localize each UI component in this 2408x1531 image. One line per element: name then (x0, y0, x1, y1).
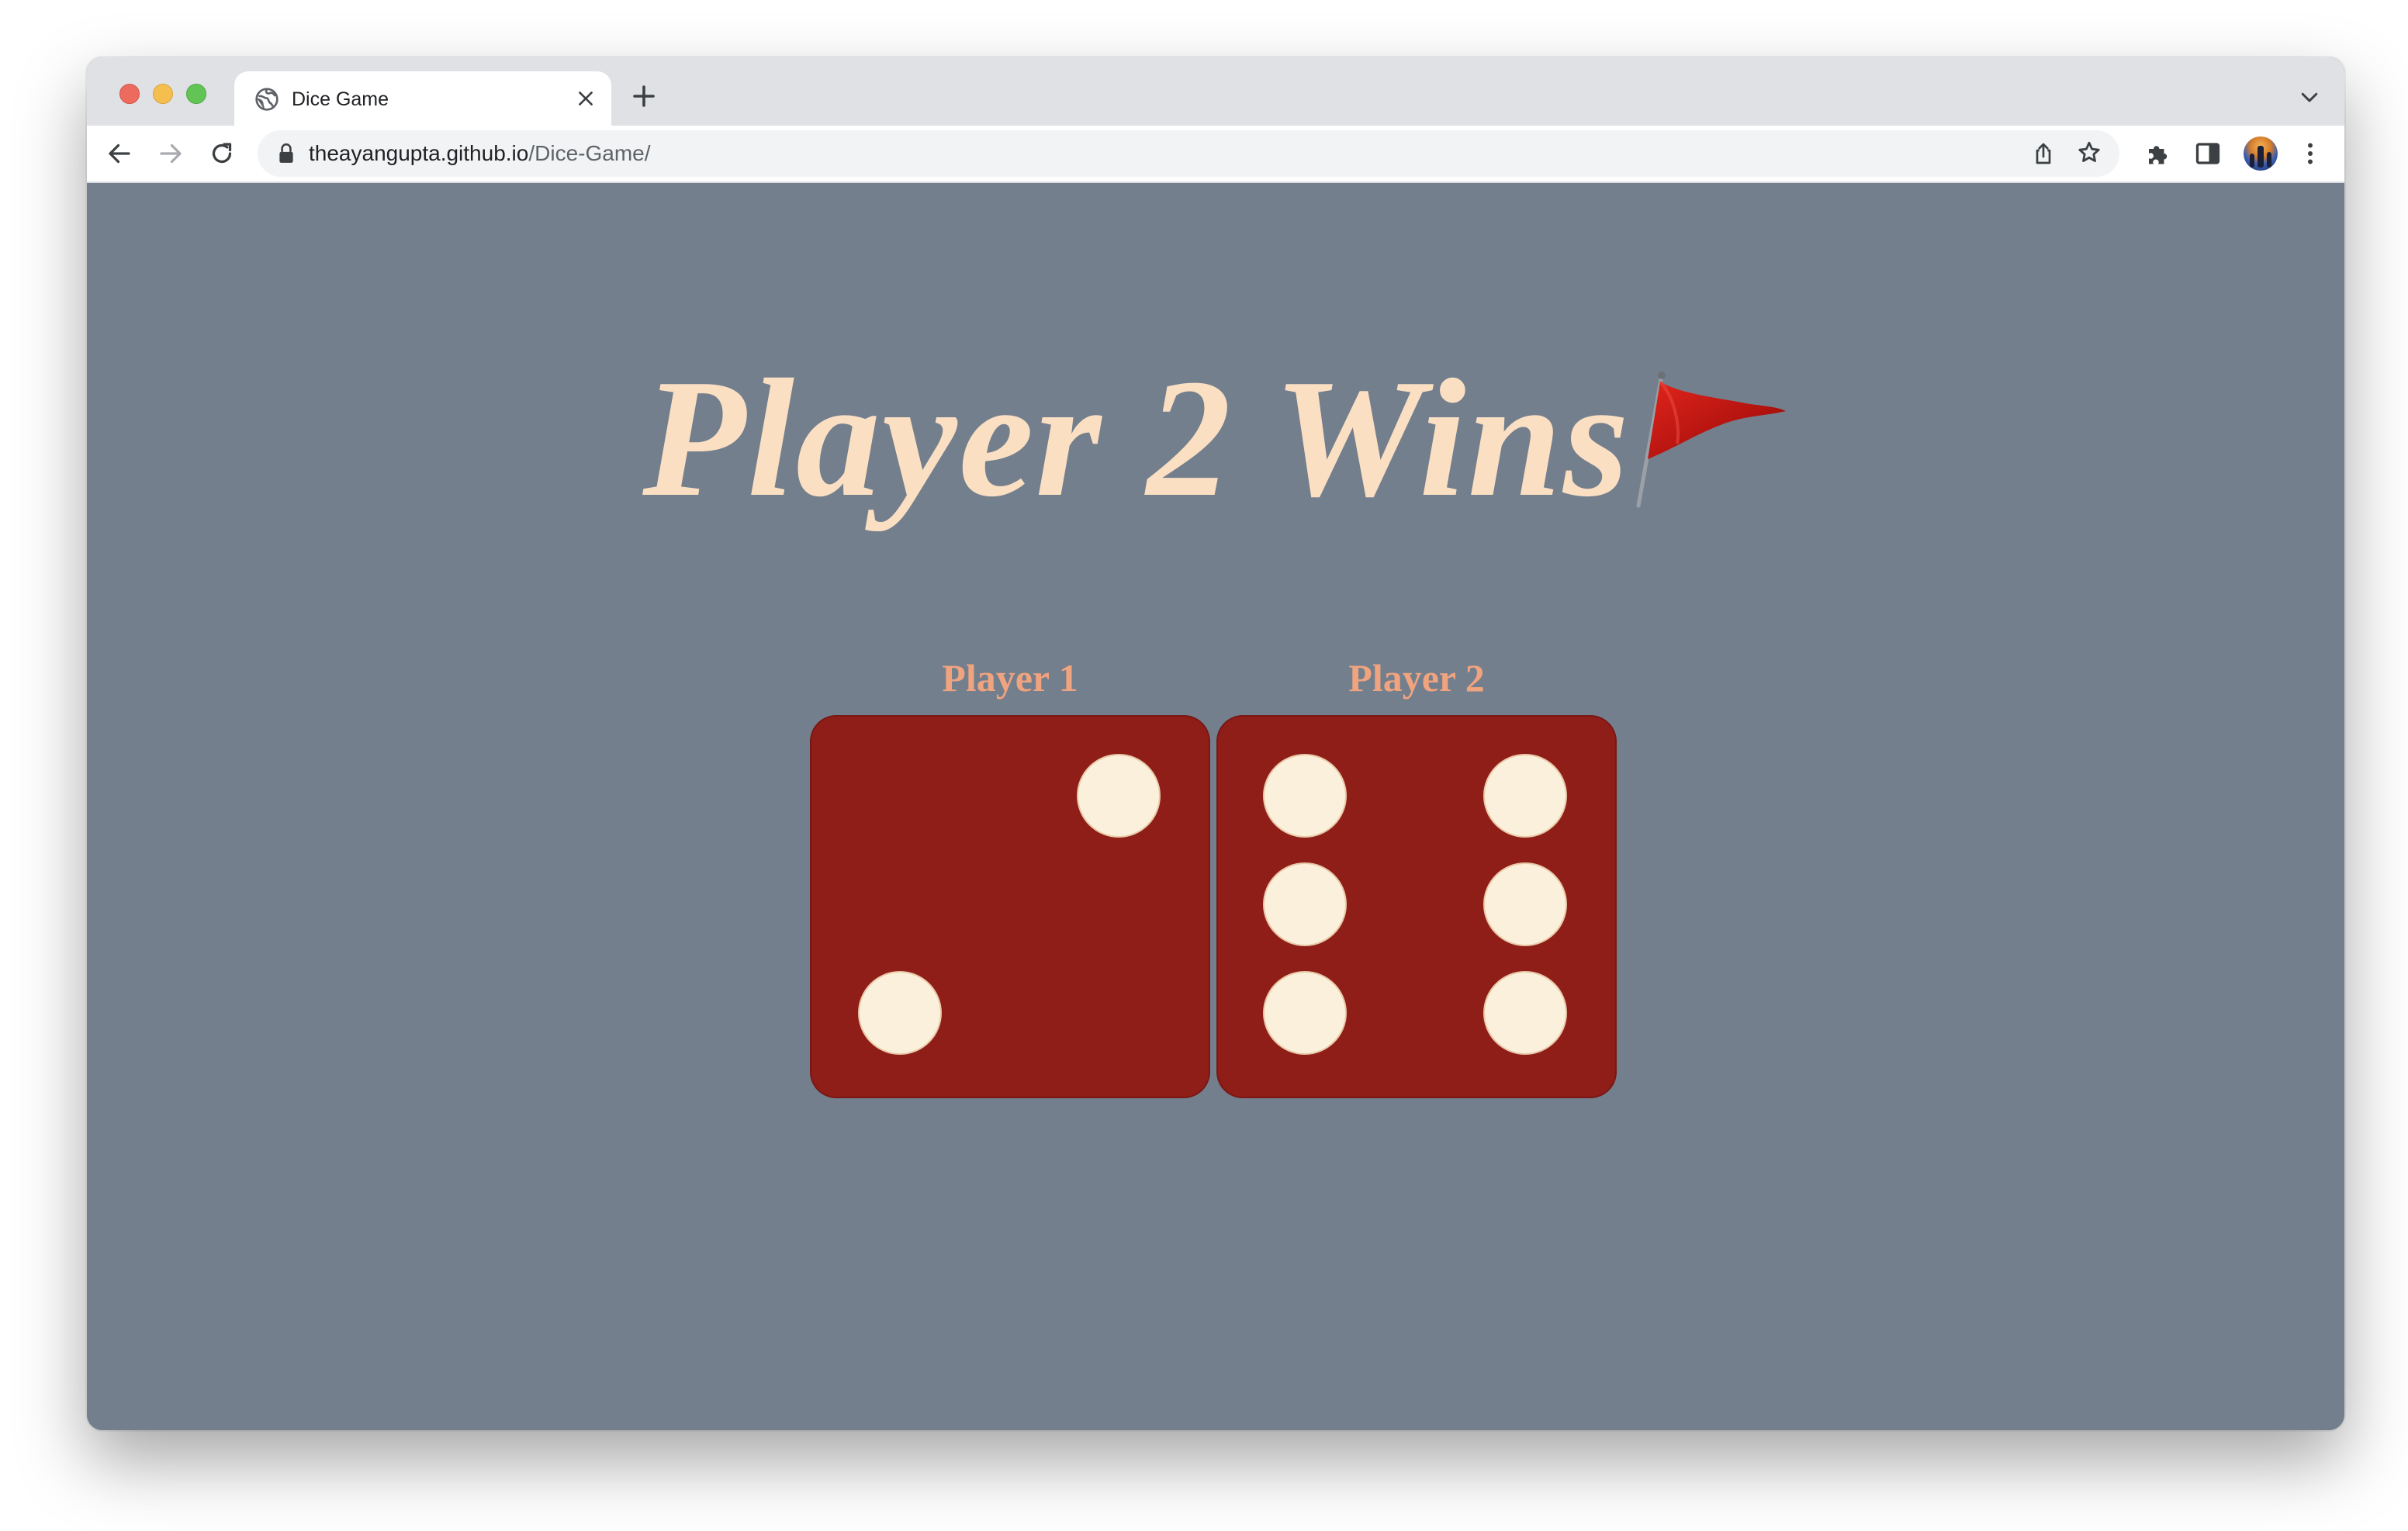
die-pip (1485, 755, 1566, 836)
window-controls (119, 84, 206, 104)
die-pip (1265, 864, 1345, 945)
tab-strip: Dice Game (87, 57, 2344, 126)
url-text[interactable]: theayangupta.github.io/Dice-Game/ (309, 140, 651, 168)
tab-search-chevron-icon[interactable] (2298, 85, 2321, 109)
close-window-button[interactable] (119, 84, 140, 104)
browser-window: Dice Game theayangupta.github.io/Dice-Ga… (87, 57, 2344, 1430)
globe-icon (255, 88, 279, 111)
result-heading: Player 2 Wins (87, 354, 2344, 524)
page-content: Player 2 Wins Player 1 Player 2 (87, 183, 2344, 1430)
die-pip (860, 973, 940, 1053)
player-2-panel: Player 2 (1216, 655, 1617, 1098)
tab-title: Dice Game (292, 88, 389, 110)
die-pip (1265, 755, 1345, 836)
back-arrow-icon[interactable] (106, 140, 133, 168)
bookmark-star-icon[interactable] (2076, 140, 2102, 166)
share-icon[interactable] (2031, 141, 2056, 166)
browser-toolbar: theayangupta.github.io/Dice-Game/ (87, 126, 2344, 183)
result-title: Player 2 Wins (642, 345, 1631, 532)
extensions-puzzle-icon[interactable] (2144, 140, 2172, 168)
player-2-die (1216, 715, 1617, 1098)
minimize-window-button[interactable] (153, 84, 173, 104)
player-1-label: Player 1 (942, 656, 1078, 700)
more-menu-icon[interactable] (2296, 140, 2324, 168)
player-1-panel: Player 1 (810, 655, 1210, 1098)
address-bar[interactable]: theayangupta.github.io/Dice-Game/ (258, 130, 2119, 177)
tab-dice-game[interactable]: Dice Game (234, 71, 611, 126)
side-panel-icon[interactable] (2194, 140, 2222, 168)
die-pip (1078, 755, 1159, 836)
reload-icon[interactable] (208, 140, 236, 168)
player-2-label: Player 2 (1348, 656, 1485, 700)
new-tab-icon[interactable] (630, 82, 658, 110)
die-pip (1265, 973, 1345, 1053)
lock-icon[interactable] (276, 143, 296, 164)
red-flag-icon (1636, 372, 1786, 508)
player-1-die (810, 715, 1210, 1098)
url-host: theayangupta.github.io (309, 141, 529, 165)
profile-avatar[interactable] (2244, 137, 2278, 171)
url-path: /Dice-Game/ (528, 141, 651, 165)
die-pip (1485, 864, 1566, 945)
close-tab-icon[interactable] (576, 88, 596, 109)
die-pip (1485, 973, 1566, 1053)
forward-arrow-icon[interactable] (157, 140, 185, 168)
zoom-window-button[interactable] (186, 84, 206, 104)
